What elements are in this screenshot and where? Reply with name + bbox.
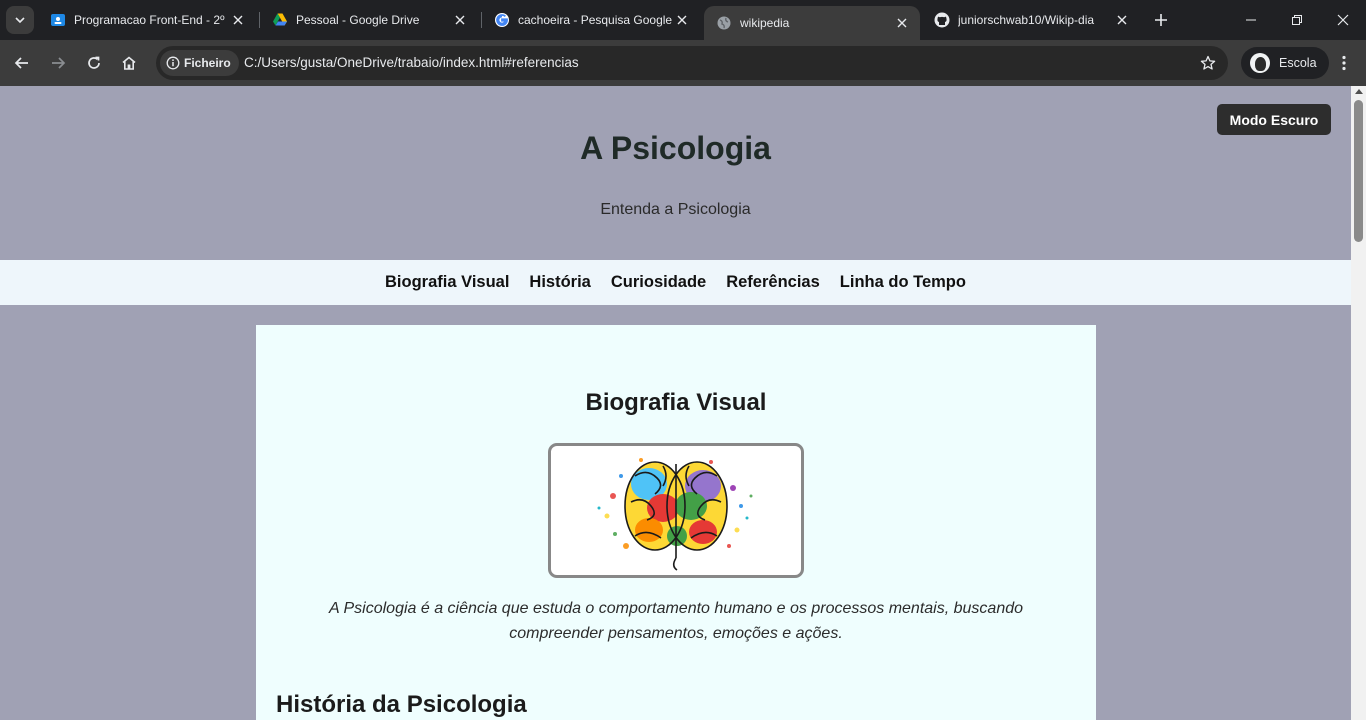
- close-window-button[interactable]: [1320, 0, 1366, 40]
- tab-title: wikipedia: [740, 16, 790, 30]
- site-nav: Biografia Visual História Curiosidade Re…: [0, 260, 1351, 305]
- browser-menu-button[interactable]: [1332, 50, 1356, 76]
- google-icon: [494, 12, 510, 28]
- nav-link-curiosidade[interactable]: Curiosidade: [611, 273, 706, 292]
- github-icon: [934, 12, 950, 28]
- page-subtitle: Entenda a Psicologia: [600, 201, 751, 218]
- nav-link-referencias[interactable]: Referências: [726, 273, 820, 292]
- reload-button[interactable]: [80, 49, 108, 77]
- scrollbar-thumb[interactable]: [1354, 100, 1363, 242]
- tab-title: Programacao Front-End - 2º: [74, 13, 225, 27]
- close-icon: [1337, 14, 1349, 26]
- close-icon[interactable]: [894, 15, 910, 31]
- tab-search-button[interactable]: [6, 6, 34, 34]
- tab-title: cachoeira - Pesquisa Google: [518, 13, 673, 27]
- arrow-right-icon: [52, 57, 66, 69]
- star-icon: [1200, 55, 1216, 70]
- page-scrollbar[interactable]: [1351, 86, 1366, 720]
- arrow-left-icon: [14, 57, 28, 69]
- content-card: Biografia Visual A Psicologia é a ciênci…: [256, 325, 1096, 720]
- new-tab-button[interactable]: [1148, 6, 1174, 34]
- globe-icon: [716, 15, 732, 31]
- close-icon[interactable]: [674, 12, 690, 28]
- brain-illustration-image: [548, 443, 804, 578]
- google-drive-icon: [272, 12, 288, 28]
- scroll-up-arrow-icon[interactable]: [1355, 89, 1363, 94]
- tab-wikipedia[interactable]: wikipedia: [704, 6, 920, 40]
- classroom-icon: [50, 12, 66, 28]
- info-icon: [166, 56, 180, 70]
- bookmark-button[interactable]: [1196, 51, 1220, 75]
- home-button[interactable]: [115, 49, 143, 77]
- tab-google-drive[interactable]: Pessoal - Google Drive: [260, 0, 478, 40]
- tab-title: juniorschwab10/Wikip-dia: [958, 13, 1095, 27]
- site-info-label: Ficheiro: [184, 56, 231, 70]
- back-button[interactable]: [8, 49, 36, 77]
- page-viewport: Modo Escuro A Psicologia Entenda a Psico…: [0, 86, 1351, 720]
- forward-button[interactable]: [44, 49, 72, 77]
- site-info-chip[interactable]: Ficheiro: [160, 50, 239, 76]
- restore-button[interactable]: [1274, 0, 1320, 40]
- close-icon[interactable]: [452, 12, 468, 28]
- tab-programacao[interactable]: Programacao Front-End - 2º: [38, 0, 256, 40]
- plus-icon: [1155, 14, 1167, 26]
- home-icon: [122, 56, 136, 70]
- minimize-button[interactable]: [1228, 0, 1274, 40]
- close-icon[interactable]: [230, 12, 246, 28]
- close-icon[interactable]: [1114, 12, 1130, 28]
- restore-icon: [1292, 15, 1302, 25]
- section-heading-biografia: Biografia Visual: [585, 389, 767, 416]
- image-caption: A Psicologia é a ciência que estuda o co…: [328, 600, 1024, 642]
- minimize-icon: [1246, 19, 1256, 21]
- nav-link-linha-do-tempo[interactable]: Linha do Tempo: [840, 273, 966, 292]
- nav-link-biografia-visual[interactable]: Biografia Visual: [385, 273, 509, 292]
- section-heading-historia: História da Psicologia: [276, 691, 527, 718]
- avatar: [1250, 53, 1270, 73]
- page-title: A Psicologia: [580, 130, 771, 166]
- tab-title: Pessoal - Google Drive: [296, 13, 420, 27]
- more-vert-icon: [1342, 55, 1346, 71]
- nav-link-historia[interactable]: História: [529, 273, 590, 292]
- profile-name: Escola: [1279, 56, 1317, 70]
- tab-google-search[interactable]: cachoeira - Pesquisa Google: [482, 0, 700, 40]
- profile-button[interactable]: Escola: [1241, 47, 1329, 79]
- tab-github[interactable]: juniorschwab10/Wikip-dia: [922, 0, 1140, 40]
- chevron-down-icon: [15, 17, 25, 24]
- reload-icon: [88, 56, 100, 69]
- url-text[interactable]: C:/Users/gusta/OneDrive/trabaio/index.ht…: [244, 55, 579, 70]
- tab-strip: Programacao Front-End - 2º Pessoal - Goo…: [0, 0, 1366, 40]
